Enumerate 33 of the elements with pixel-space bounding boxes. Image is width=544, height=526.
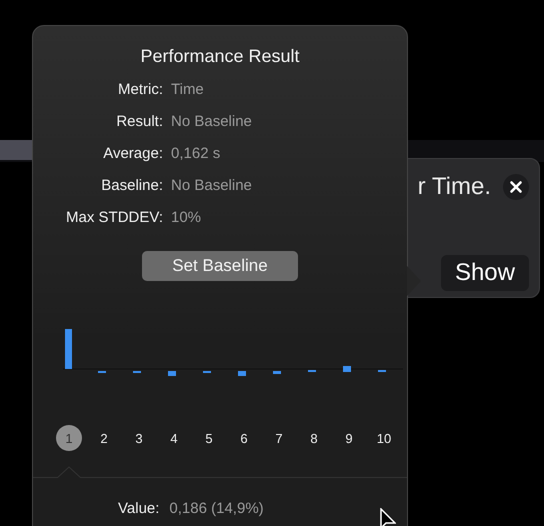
iteration-item[interactable]: 8 — [301, 425, 327, 451]
iteration-item[interactable]: 2 — [91, 425, 117, 451]
field-value: No Baseline — [171, 113, 253, 131]
bar — [273, 371, 281, 374]
iteration-item[interactable]: 10 — [371, 425, 397, 451]
popover-title: Performance Result — [139, 46, 301, 67]
field-value: Time — [171, 81, 205, 99]
field-label: Max STDDEV: — [65, 209, 163, 227]
bar — [65, 329, 72, 369]
field-value: 0,162 s — [171, 145, 222, 163]
show-button[interactable]: Show — [440, 255, 529, 291]
set-baseline-button[interactable]: Set Baseline — [142, 251, 298, 281]
bar — [343, 366, 351, 372]
iteration-item[interactable]: 4 — [161, 425, 187, 451]
close-icon[interactable] — [503, 174, 529, 200]
field-label: Baseline: — [100, 177, 163, 195]
iteration-item[interactable]: 5 — [196, 425, 222, 451]
iteration-item[interactable]: 6 — [231, 425, 257, 451]
iteration-item[interactable]: 3 — [126, 425, 152, 451]
field-label: Average: — [102, 145, 163, 163]
iteration-item[interactable]: 9 — [336, 425, 362, 451]
value-label: Value: — [118, 500, 160, 517]
bar — [168, 371, 176, 376]
field-label: Metric: — [117, 81, 163, 99]
field-value: No Baseline — [171, 177, 253, 195]
field-label: Result: — [115, 113, 163, 131]
iteration-item[interactable]: 7 — [266, 425, 292, 451]
iteration-item[interactable]: 1 — [56, 425, 82, 451]
cursor-icon — [380, 508, 396, 526]
notification-text: r Time. — [418, 173, 491, 201]
value-text: 0,186 (14,9%) — [169, 500, 264, 517]
bar — [238, 371, 246, 376]
field-value: 10% — [171, 209, 202, 227]
